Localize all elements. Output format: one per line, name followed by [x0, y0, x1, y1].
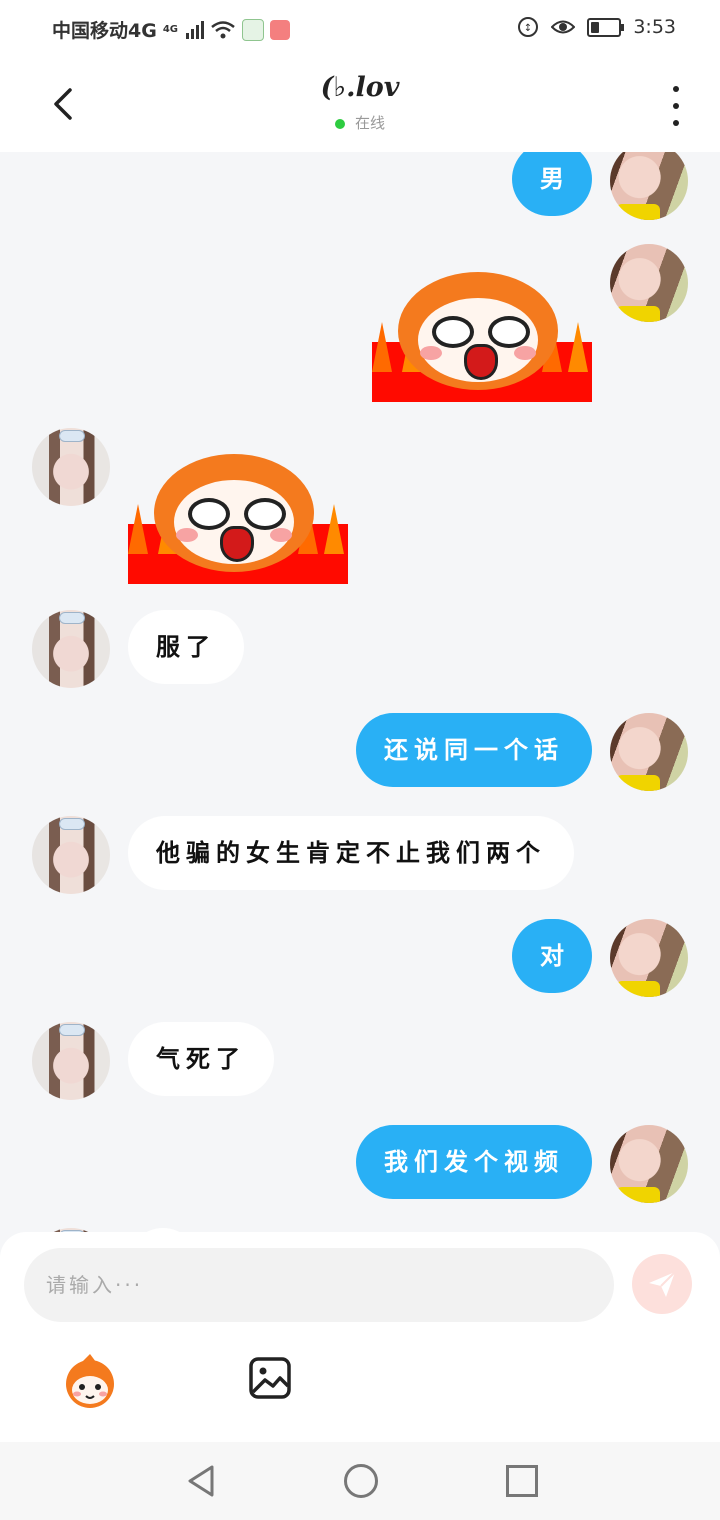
message-bubble-sent[interactable]: 我们发个视频 [356, 1125, 592, 1199]
my-avatar[interactable] [610, 152, 688, 220]
carrier-label: 中国移动4G [52, 20, 157, 42]
online-dot-icon [334, 118, 345, 129]
nav-recents-button[interactable] [506, 1465, 538, 1497]
message-bubble-sent[interactable]: 对 [512, 919, 592, 993]
status-left: 中国移动4G 4G [52, 16, 290, 43]
message-list[interactable]: 男 服了 还说同一个话 他骗的女生肯定不止我们两个 对 气死了 我们发个视频 [0, 152, 720, 1232]
image-icon[interactable] [248, 1356, 292, 1400]
contact-avatar[interactable] [32, 1022, 110, 1100]
message-bubble-received[interactable]: 气死了 [128, 1022, 274, 1096]
my-avatar[interactable] [610, 244, 688, 322]
message-bubble-received[interactable]: 服了 [128, 610, 244, 684]
network-superscript: 4G [162, 24, 178, 35]
nav-back-button[interactable] [186, 1464, 216, 1498]
chibi-emoji-icon[interactable] [60, 1352, 120, 1410]
message-input[interactable] [24, 1248, 614, 1322]
sticker-message[interactable] [128, 434, 348, 584]
angry-chibi-face [398, 272, 558, 390]
message-bubble-received[interactable]: 他骗的女生肯定不止我们两个 [128, 816, 574, 890]
nav-home-button[interactable] [344, 1464, 378, 1498]
contact-avatar[interactable] [32, 428, 110, 506]
more-options-button[interactable] [666, 86, 686, 126]
contact-name: (♭.lov [320, 72, 400, 103]
my-avatar[interactable] [610, 713, 688, 791]
my-avatar[interactable] [610, 919, 688, 997]
status-right: ↕ 3:53 [517, 16, 676, 38]
message-bubble-sent[interactable]: 还说同一个话 [356, 713, 592, 787]
shop-app-icon [270, 19, 290, 40]
eye-comfort-icon [551, 20, 576, 34]
send-button[interactable] [632, 1254, 692, 1314]
more-vertical-icon [673, 86, 679, 92]
svg-text:↕: ↕ [524, 23, 532, 34]
contact-avatar[interactable] [32, 610, 110, 688]
system-nav-bar [0, 1442, 720, 1520]
clock: 3:53 [633, 16, 676, 38]
data-saver-icon: ↕ [518, 17, 539, 37]
chat-header: (♭.lov 在线 [0, 56, 720, 152]
status-bar: 中国移动4G 4G ↕ 3:53 [0, 0, 720, 56]
online-status-label: 在线 [354, 114, 385, 132]
paper-plane-icon [649, 1271, 676, 1297]
my-avatar[interactable] [610, 1125, 688, 1203]
shield-app-icon [242, 18, 264, 41]
message-bubble-sent[interactable]: 男 [512, 152, 592, 216]
contact-avatar[interactable] [32, 816, 110, 894]
angry-chibi-face [154, 454, 314, 572]
battery-icon [587, 17, 625, 37]
signal-icon [186, 20, 204, 39]
wifi-icon [211, 20, 235, 38]
sticker-message[interactable] [372, 252, 592, 402]
composer [0, 1232, 720, 1442]
online-status: 在线 [0, 112, 720, 133]
